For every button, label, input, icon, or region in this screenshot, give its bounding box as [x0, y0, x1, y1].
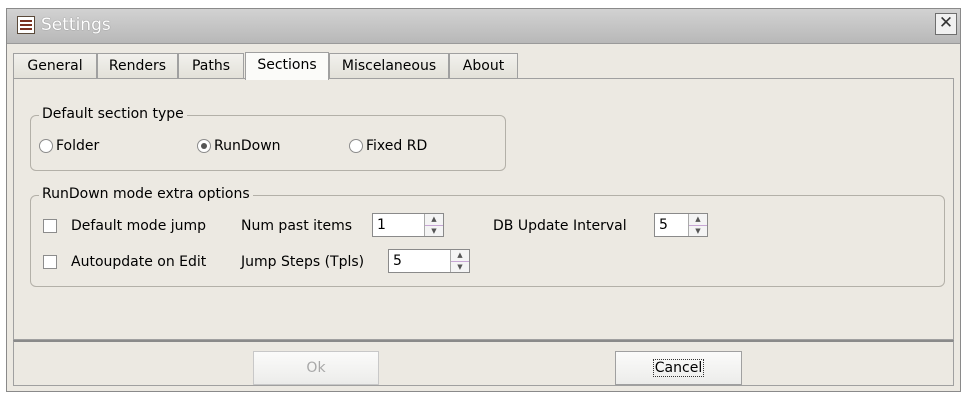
num-past-items-stepper[interactable]: ▲ ▼	[424, 214, 443, 236]
radio-fixed-rd-label: Fixed RD	[366, 138, 428, 154]
num-past-items-spinbox[interactable]: 1 ▲ ▼	[372, 213, 444, 237]
default-mode-jump-checkbox[interactable]: Default mode jump	[43, 218, 206, 234]
tab-sections[interactable]: Sections	[245, 52, 329, 80]
db-update-interval-spinbox[interactable]: 5 ▲ ▼	[654, 213, 708, 237]
default-mode-jump-label: Default mode jump	[71, 218, 207, 234]
radio-folder[interactable]: Folder	[39, 138, 99, 154]
sections-tab-panel: Default section type Folder RunDown Fixe…	[13, 78, 954, 340]
radio-fixed-rd-indicator[interactable]	[349, 139, 363, 153]
cancel-button[interactable]: Cancel	[615, 351, 742, 385]
db-update-interval-label: DB Update Interval	[493, 218, 627, 234]
spin-up-icon[interactable]: ▲	[689, 214, 707, 225]
db-update-interval-stepper[interactable]: ▲ ▼	[688, 214, 707, 236]
autoupdate-on-edit-checkbox[interactable]: Autoupdate on Edit	[43, 254, 206, 270]
spin-up-icon[interactable]: ▲	[451, 250, 469, 261]
jump-steps-spinbox[interactable]: 5 ▲ ▼	[388, 249, 470, 273]
rundown-options-legend: RunDown mode extra options	[39, 186, 253, 202]
tab-miscelaneous[interactable]: Miscelaneous	[329, 53, 449, 79]
jump-steps-stepper[interactable]: ▲ ▼	[450, 250, 469, 272]
jump-steps-label: Jump Steps (Tpls)	[241, 254, 365, 270]
autoupdate-on-edit-box[interactable]	[43, 255, 57, 269]
radio-rundown-label: RunDown	[214, 138, 281, 154]
settings-window: Settings ✕ General Renders Paths Section…	[6, 8, 961, 392]
radio-folder-label: Folder	[56, 138, 100, 154]
spin-down-icon[interactable]: ▼	[451, 260, 469, 273]
num-past-items-label: Num past items	[241, 218, 353, 234]
spin-up-icon[interactable]: ▲	[425, 214, 443, 225]
close-icon[interactable]: ✕	[935, 13, 957, 35]
default-section-type-legend: Default section type	[39, 106, 187, 122]
num-past-items-value[interactable]: 1	[373, 214, 424, 236]
spin-down-icon[interactable]: ▼	[425, 224, 443, 237]
cancel-button-label: Cancel	[652, 359, 705, 377]
db-update-interval-value[interactable]: 5	[655, 214, 688, 236]
rundown-options-group: RunDown mode extra options Default mode …	[30, 186, 945, 287]
radio-rundown[interactable]: RunDown	[197, 138, 281, 154]
dialog-button-bar: Ok Cancel	[13, 340, 954, 386]
default-mode-jump-box[interactable]	[43, 219, 57, 233]
window-title: Settings	[41, 15, 111, 35]
ok-button[interactable]: Ok	[253, 351, 379, 385]
jump-steps-value[interactable]: 5	[389, 250, 450, 272]
spin-down-icon[interactable]: ▼	[689, 224, 707, 237]
radio-fixed-rd[interactable]: Fixed RD	[349, 138, 427, 154]
tab-paths[interactable]: Paths	[178, 53, 244, 79]
tab-about[interactable]: About	[449, 53, 518, 79]
radio-rundown-indicator[interactable]	[197, 139, 211, 153]
autoupdate-on-edit-label: Autoupdate on Edit	[71, 254, 207, 270]
tab-general[interactable]: General	[13, 53, 97, 79]
default-section-type-group: Default section type Folder RunDown Fixe…	[30, 106, 506, 171]
radio-folder-indicator[interactable]	[39, 139, 53, 153]
tab-renders[interactable]: Renders	[97, 53, 178, 79]
title-bar[interactable]: Settings ✕	[7, 9, 960, 44]
settings-app-icon	[17, 16, 35, 34]
